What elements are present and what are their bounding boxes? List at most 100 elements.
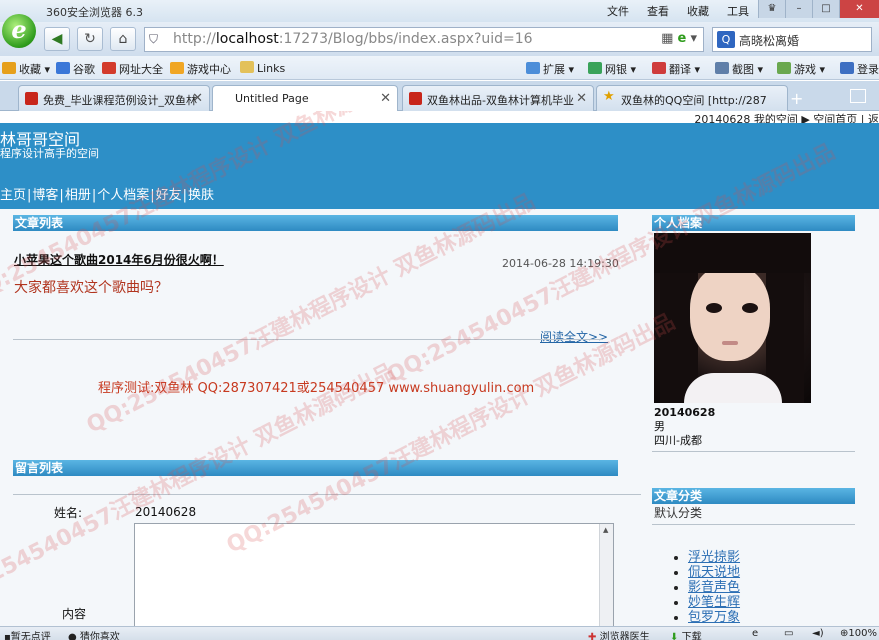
status-comment[interactable]: ▪暂无点评 (4, 628, 51, 640)
fav-google[interactable]: 谷歌 (56, 61, 95, 77)
refresh-button[interactable]: ↻ (77, 27, 103, 51)
comment-list-header: 留言列表 (13, 460, 618, 476)
fav-game-center[interactable]: 游戏中心 (170, 61, 231, 77)
nav-profile[interactable]: 个人档案 (97, 188, 149, 203)
article-date: 2014-06-28 14:19:30 (502, 257, 619, 270)
status-guess[interactable]: ● 猜你喜欢 (68, 628, 120, 640)
window-icon[interactable]: ▭ (784, 628, 793, 639)
translate-icon (652, 62, 666, 74)
tab-list-icon[interactable] (850, 89, 866, 103)
download-icon: ⬇ (670, 632, 679, 640)
scissors-icon (715, 62, 729, 74)
title-bar: 360安全浏览器 6.3 文件 查看 收藏 工具 帮助 ♛ – □ ✕ (0, 0, 879, 22)
nav-blog[interactable]: 博客 (32, 188, 58, 203)
name-value: 20140628 (135, 505, 197, 519)
nav-friends[interactable]: 好友 (156, 188, 182, 203)
close-window-button[interactable]: ✕ (839, 0, 879, 18)
fav-extensions[interactable]: 扩展 ▾ (526, 61, 574, 77)
list-item[interactable]: 妙笔生辉 (688, 595, 740, 610)
read-more-link[interactable]: 阅读全文>> (540, 328, 608, 345)
navigation-bar: ◀ ↻ ⌂ ⛉ http://localhost:17273/Blog/bbs/… (0, 22, 879, 56)
fav-games[interactable]: 游戏 ▾ (777, 61, 825, 77)
fav-translate[interactable]: 翻译 ▾ (652, 61, 700, 77)
site-header: 林哥哥空间 程序设计高手的空间 主页|博客|相册|个人档案|好友|换肤 (0, 123, 879, 209)
maximize-button[interactable]: □ (812, 0, 839, 18)
home-button[interactable]: ⌂ (110, 27, 136, 51)
category-header: 文章分类 (652, 488, 855, 504)
list-item[interactable]: 浮光掠影 (688, 550, 740, 565)
menu-tools[interactable]: 工具 (727, 3, 749, 19)
site-subtitle: 程序设计高手的空间 (0, 147, 99, 160)
web-page: 20140628 我的空间 ▶ 空间首页 | 返 林哥哥空间 程序设计高手的空间… (0, 111, 879, 626)
tab-close-icon[interactable]: ✕ (576, 91, 587, 106)
refresh-icon: ↻ (84, 31, 96, 47)
bank-icon (588, 62, 602, 74)
status-download[interactable]: ⬇ 下载 (670, 628, 702, 640)
fav-login[interactable]: 登录 (840, 61, 879, 77)
site-nav: 主页|博客|相册|个人档案|好友|换肤 (0, 188, 215, 203)
tab-qq-space[interactable]: ★ 双鱼林的QQ空间 [http://287 (596, 85, 788, 111)
address-bar[interactable]: ⛉ http://localhost:17273/Blog/bbs/index.… (144, 27, 704, 52)
new-tab-plus-icon[interactable]: + (790, 89, 803, 108)
article-title-link[interactable]: 小苹果这个歌曲2014年6月份很火啊！ (14, 251, 224, 268)
divider (652, 451, 855, 452)
nav-skin[interactable]: 换肤 (188, 188, 214, 203)
profile-avatar (654, 233, 811, 403)
nav-home[interactable]: 主页 (0, 188, 26, 203)
divider (652, 524, 855, 525)
list-item[interactable]: 侃天说地 (688, 565, 740, 580)
tab-close-icon[interactable]: ✕ (192, 91, 203, 106)
fav-links[interactable]: Links (240, 61, 285, 75)
search-icon[interactable]: Q (717, 31, 735, 48)
minimize-button[interactable]: – (785, 0, 812, 18)
qr-code-icon[interactable]: ▦ (661, 31, 673, 46)
menu-view[interactable]: 查看 (647, 3, 669, 19)
article-summary: 大家都喜欢这个歌曲吗？ (14, 280, 168, 296)
shield-icon: ⛉ (149, 32, 159, 46)
user-icon (840, 62, 854, 74)
fav-collection[interactable]: 收藏 ▾ (2, 61, 50, 77)
address-text[interactable]: http://localhost:17273/Blog/bbs/index.as… (173, 31, 533, 47)
category-default[interactable]: 默认分类 (654, 504, 702, 521)
skin-icon[interactable]: ♛ (758, 0, 785, 18)
content-textarea[interactable]: ▲ (134, 523, 614, 626)
tab-bar: 免费_毕业课程范例设计_双鱼林 ✕ Untitled Page ✕ 双鱼林出品-… (0, 81, 879, 112)
tab-untitled-page[interactable]: Untitled Page ✕ (212, 85, 398, 112)
fav-url-directory[interactable]: 网址大全 (102, 61, 163, 77)
list-item[interactable]: 影音声色 (688, 580, 740, 595)
menu-file[interactable]: 文件 (607, 3, 629, 19)
dropdown-arrow-icon[interactable]: ▾ (690, 31, 697, 46)
article-list-header: 文章列表 (13, 215, 618, 231)
tab-free-graduation-design[interactable]: 免费_毕业课程范例设计_双鱼林 ✕ (18, 85, 210, 111)
speaker-icon[interactable]: ◄) (812, 628, 824, 639)
search-box[interactable]: Q 高晓松离婚 (712, 27, 872, 52)
google-icon (56, 62, 70, 74)
search-input[interactable]: 高晓松离婚 (739, 32, 799, 49)
fav-online-banking[interactable]: 网银 ▾ (588, 61, 636, 77)
browser-logo: e (2, 14, 36, 48)
ie-mode-icon[interactable]: e (678, 31, 687, 46)
tab-close-icon[interactable]: ✕ (380, 91, 391, 106)
status-browser-doctor[interactable]: ✚ 浏览器医生 (588, 628, 650, 640)
profile-header: 个人档案 (652, 215, 855, 231)
fav-screenshot[interactable]: 截图 ▾ (715, 61, 763, 77)
tester-note: 程序测试:双鱼林 QQ:287307421或254540457 www.shua… (98, 381, 535, 396)
tab-shuangyulin-products[interactable]: 双鱼林出品-双鱼林计算机毕业 ✕ (402, 85, 594, 111)
back-button[interactable]: ◀ (44, 27, 70, 51)
menu-favorites[interactable]: 收藏 (687, 3, 709, 19)
status-bar: ▪暂无点评 ● 猜你喜欢 ✚ 浏览器医生 ⬇ 下载 e ▭ ◄) ⊕100% (0, 626, 879, 640)
zoom-control[interactable]: ⊕100% (840, 628, 877, 639)
circle-icon: ● (68, 632, 77, 640)
scroll-up-icon[interactable]: ▲ (603, 526, 608, 534)
comment-icon: ▪ (4, 632, 11, 640)
ie-icon[interactable]: e (752, 628, 758, 639)
category-list: 浮光掠影 侃天说地 影音声色 妙笔生辉 包罗万象 (688, 550, 740, 625)
favorites-bar: 收藏 ▾ 谷歌 网址大全 游戏中心 Links 扩展 ▾ 网银 ▾ 翻译 ▾ 截… (0, 56, 879, 80)
list-item[interactable]: 包罗万象 (688, 610, 740, 625)
star-icon: ★ (603, 89, 615, 104)
textarea-scrollbar[interactable]: ▲ (599, 524, 613, 626)
nav-album[interactable]: 相册 (65, 188, 91, 203)
divider (13, 494, 641, 495)
address-actions: ▦ e ▾ (661, 31, 697, 46)
game-center-icon (170, 62, 184, 74)
